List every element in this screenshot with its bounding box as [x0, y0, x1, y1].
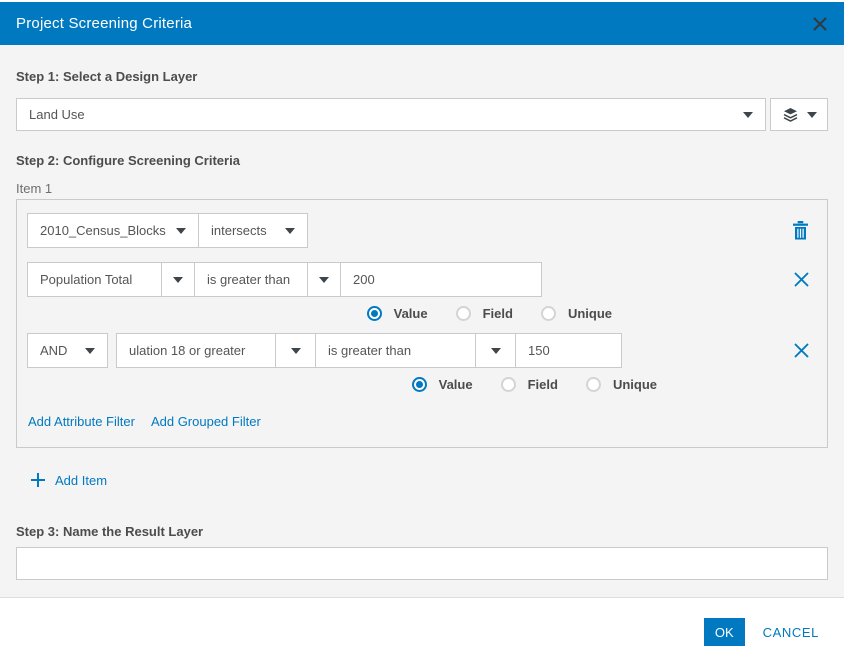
radio-value-label: Value: [394, 306, 428, 321]
layer-relation-row: 2010_Census_Blocks intersects: [27, 213, 817, 248]
filter-field-select[interactable]: ulation 18 or greater: [117, 334, 275, 367]
filter-value-input[interactable]: [515, 334, 621, 367]
filter-operator-dropdown-button[interactable]: [307, 263, 340, 296]
filter-value-input[interactable]: [340, 263, 541, 296]
project-screening-criteria-dialog: Project Screening Criteria Step 1: Selec…: [0, 0, 844, 666]
conjunction-value: AND: [40, 343, 67, 358]
filter-expression-control: Population Total is greater than: [27, 262, 542, 297]
radio-unique-label: Unique: [568, 306, 612, 321]
attribute-filter-row: AND ulation 18 or greater is greater tha…: [27, 333, 817, 368]
close-button[interactable]: [812, 16, 828, 32]
radio-unique[interactable]: Unique: [586, 377, 657, 392]
radio-unselected-icon: [456, 306, 471, 321]
radio-unique[interactable]: Unique: [541, 306, 612, 321]
filter-operator-dropdown-button[interactable]: [475, 334, 515, 367]
remove-filter-button[interactable]: [794, 272, 809, 287]
dialog-footer: OK CANCEL: [0, 597, 844, 666]
value-type-radio-group: Value Field Unique: [27, 377, 817, 392]
step2-label: Step 2: Configure Screening Criteria: [16, 153, 828, 168]
chevron-down-icon: [291, 348, 301, 354]
filter-operator-select[interactable]: is greater than: [315, 334, 475, 367]
radio-field[interactable]: Field: [456, 306, 513, 321]
layers-icon: [782, 107, 799, 123]
filter-expression-control: ulation 18 or greater is greater than: [116, 333, 622, 368]
radio-value[interactable]: Value: [412, 377, 473, 392]
filter-operator-select[interactable]: is greater than: [194, 263, 307, 296]
item-label: Item 1: [16, 181, 828, 196]
x-mark-icon: [794, 343, 809, 358]
conjunction-select[interactable]: AND: [27, 333, 108, 368]
filter-field-dropdown-button[interactable]: [275, 334, 315, 367]
chevron-down-icon: [743, 112, 753, 118]
chevron-down-icon: [807, 112, 817, 118]
radio-field-label: Field: [528, 377, 558, 392]
radio-unselected-icon: [501, 377, 516, 392]
chevron-down-icon: [285, 228, 295, 234]
chevron-down-icon: [319, 277, 329, 283]
plus-icon: [30, 472, 46, 488]
dialog-title: Project Screening Criteria: [16, 15, 192, 32]
add-grouped-filter-link[interactable]: Add Grouped Filter: [151, 414, 261, 429]
design-layer-row: Land Use: [16, 98, 828, 131]
analysis-layer-value: 2010_Census_Blocks: [40, 223, 166, 238]
ok-button[interactable]: OK: [704, 618, 745, 646]
radio-selected-icon: [412, 377, 427, 392]
spatial-relation-value: intersects: [211, 223, 267, 238]
chevron-down-icon: [491, 348, 501, 354]
x-mark-icon: [794, 272, 809, 287]
chevron-down-icon: [176, 228, 186, 234]
trash-icon: [792, 221, 809, 240]
add-item-label: Add Item: [55, 473, 107, 488]
filter-field-dropdown-button[interactable]: [161, 263, 194, 296]
cancel-button[interactable]: CANCEL: [763, 625, 819, 640]
result-layer-name-input[interactable]: [16, 547, 828, 580]
add-attribute-filter-link[interactable]: Add Attribute Filter: [28, 414, 135, 429]
filter-field-select[interactable]: Population Total: [28, 263, 161, 296]
radio-unique-label: Unique: [613, 377, 657, 392]
filter-links-row: Add Attribute Filter Add Grouped Filter: [27, 414, 817, 429]
radio-value[interactable]: Value: [367, 306, 428, 321]
step3-label: Step 3: Name the Result Layer: [16, 524, 828, 539]
radio-unselected-icon: [586, 377, 601, 392]
radio-field[interactable]: Field: [501, 377, 558, 392]
add-item-button[interactable]: Add Item: [16, 472, 828, 488]
screening-item-box: 2010_Census_Blocks intersects: [16, 199, 828, 448]
radio-field-label: Field: [483, 306, 513, 321]
radio-value-label: Value: [439, 377, 473, 392]
dialog-titlebar: Project Screening Criteria: [0, 2, 844, 45]
chevron-down-icon: [173, 277, 183, 283]
layer-options-button[interactable]: [770, 98, 828, 131]
step1-label: Step 1: Select a Design Layer: [16, 45, 828, 84]
analysis-layer-select[interactable]: 2010_Census_Blocks: [27, 213, 199, 248]
remove-filter-button[interactable]: [794, 343, 809, 358]
value-type-radio-group: Value Field Unique: [27, 306, 817, 321]
design-layer-value: Land Use: [29, 107, 85, 122]
radio-unselected-icon: [541, 306, 556, 321]
design-layer-select[interactable]: Land Use: [16, 98, 766, 131]
delete-item-button[interactable]: [792, 221, 809, 240]
chevron-down-icon: [85, 348, 95, 354]
attribute-filter-row: Population Total is greater than: [27, 262, 817, 297]
close-icon: [812, 16, 828, 32]
spatial-relation-select[interactable]: intersects: [198, 213, 308, 248]
radio-selected-icon: [367, 306, 382, 321]
dialog-body: Step 1: Select a Design Layer Land Use S…: [0, 45, 844, 597]
